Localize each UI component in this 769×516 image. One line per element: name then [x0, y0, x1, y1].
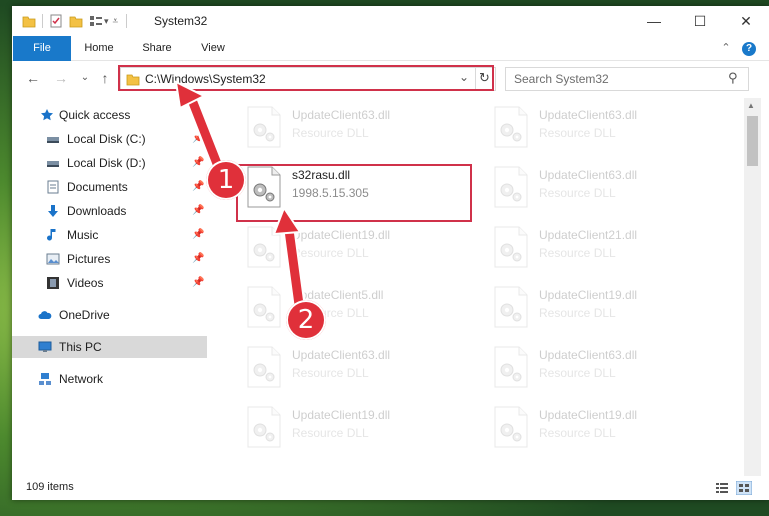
annotation-arrows	[174, 80, 307, 319]
step-badge-1: 1	[206, 160, 246, 200]
arrow-to-file	[272, 205, 307, 319]
step-badge-2: 2	[286, 300, 326, 340]
